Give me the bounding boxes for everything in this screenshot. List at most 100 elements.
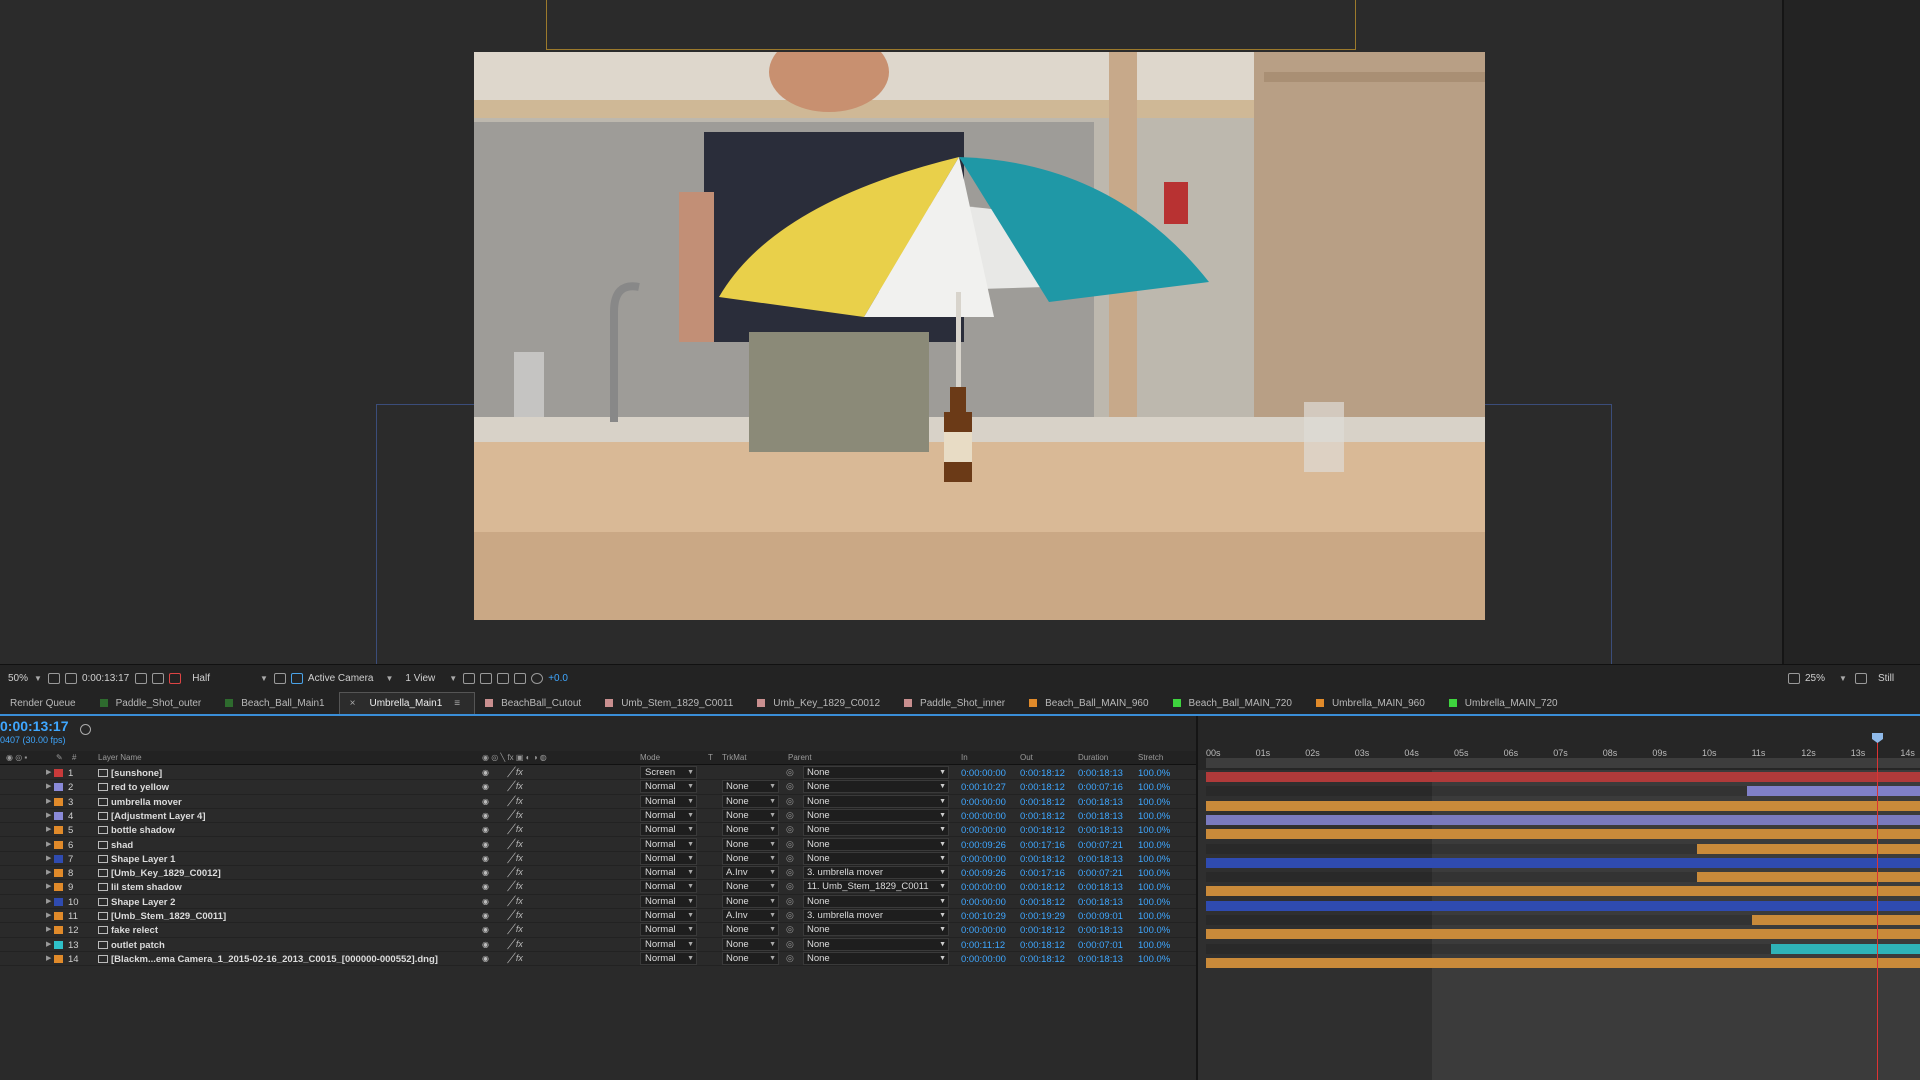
expand-triangle-icon[interactable]: ▶ bbox=[46, 825, 51, 833]
expand-triangle-icon[interactable]: ▶ bbox=[46, 882, 51, 890]
layer-name[interactable]: [Umb_Key_1829_C0012] bbox=[111, 868, 221, 879]
in-point[interactable]: 0:00:09:26 bbox=[961, 840, 1006, 851]
parent-pickwhip-icon[interactable]: ◎ bbox=[786, 939, 794, 950]
fx-switch-icon[interactable]: ╱ fx bbox=[508, 881, 523, 892]
fast-previews-icon[interactable] bbox=[480, 672, 493, 684]
trkmat-dropdown[interactable]: None ▼ bbox=[722, 951, 779, 965]
stretch[interactable]: 100.0% bbox=[1138, 782, 1170, 793]
stretch[interactable]: 100.0% bbox=[1138, 911, 1170, 922]
layer-duration-bar[interactable] bbox=[1206, 900, 1920, 911]
view-layout-dropdown[interactable]: 1 View ▼ bbox=[405, 673, 457, 684]
out-point[interactable]: 0:00:18:12 bbox=[1020, 782, 1065, 793]
flowchart-icon[interactable] bbox=[514, 672, 527, 684]
trkmat-dropdown[interactable]: None ▼ bbox=[722, 851, 779, 865]
tab-5[interactable]: Umb_Stem_1829_C0011 bbox=[595, 692, 747, 714]
tab-8[interactable]: Beach_Ball_MAIN_960 bbox=[1019, 692, 1162, 714]
trkmat-dropdown[interactable]: None ▼ bbox=[722, 923, 779, 937]
layer-name[interactable]: red to yellow bbox=[111, 782, 169, 793]
label-color[interactable] bbox=[54, 854, 63, 863]
out-point[interactable]: 0:00:18:12 bbox=[1020, 825, 1065, 836]
layer-row[interactable]: ▶ 5 bottle shadow ◉ ╱ fx Normal ▼ None ▼ ◎ None ▼ 0:… bbox=[0, 823, 1196, 838]
fx-switch-icon[interactable]: ╱ fx bbox=[508, 953, 523, 964]
layer-row[interactable]: ▶ 14 [Blackm...ema Camera_1_2015-02-16_201… bbox=[0, 951, 1196, 967]
layer-row[interactable]: ▶ 4 [Adjustment Layer 4] ◉ ╱ fx Normal ▼ None ▼ ◎… bbox=[0, 808, 1196, 824]
duration[interactable]: 0:00:07:01 bbox=[1078, 940, 1123, 951]
parent-dropdown[interactable]: None ▼ bbox=[803, 923, 949, 937]
composition-viewer[interactable] bbox=[0, 0, 1782, 666]
shy-icon[interactable]: ◉ bbox=[482, 868, 489, 877]
parent-pickwhip-icon[interactable]: ◎ bbox=[786, 953, 794, 964]
timeline-current-time[interactable]: 0:00:13:17 bbox=[0, 718, 69, 734]
layer-row[interactable]: ▶ 13 outlet patch ◉ ╱ fx Normal ▼ None ▼ ◎ None ▼ 0:… bbox=[0, 937, 1196, 952]
trkmat-dropdown[interactable]: None ▼ bbox=[722, 808, 779, 822]
layer-name[interactable]: shad bbox=[111, 840, 133, 851]
layer-duration-bar[interactable] bbox=[1206, 829, 1920, 840]
layer-duration-bar[interactable] bbox=[1206, 957, 1920, 968]
shy-icon[interactable]: ◉ bbox=[482, 925, 489, 934]
layer-name[interactable]: [sunshone] bbox=[111, 768, 162, 779]
expand-triangle-icon[interactable]: ▶ bbox=[46, 911, 51, 919]
layer-name[interactable]: umbrella mover bbox=[111, 797, 182, 808]
in-point[interactable]: 0:00:00:00 bbox=[961, 797, 1006, 808]
tab-0[interactable]: Render Queue bbox=[0, 692, 90, 714]
tab-3[interactable]: × Umbrella_Main1 ≡ bbox=[338, 692, 476, 714]
work-area-bar[interactable] bbox=[1206, 758, 1920, 768]
shy-icon[interactable]: ◉ bbox=[482, 940, 489, 949]
layer-row[interactable]: ▶ 8 [Umb_Key_1829_C0012] ◉ ╱ fx Normal ▼ A.Inv ▼… bbox=[0, 866, 1196, 881]
shy-icon[interactable]: ◉ bbox=[482, 854, 489, 863]
tab-11[interactable]: Umbrella_MAIN_720 bbox=[1439, 692, 1572, 714]
label-color[interactable] bbox=[54, 840, 63, 849]
fx-switch-icon[interactable]: ╱ fx bbox=[508, 896, 523, 907]
layer-row[interactable]: ▶ 9 lil stem shadow ◉ ╱ fx Normal ▼ None ▼ ◎ 11. U… bbox=[0, 880, 1196, 895]
layer-row[interactable]: ▶ 6 shad ◉ ╱ fx Normal ▼ None ▼ ◎ None ▼ 0:00:09:26 0… bbox=[0, 837, 1196, 852]
region-of-interest-icon[interactable] bbox=[273, 672, 286, 684]
label-color[interactable] bbox=[54, 897, 63, 906]
shy-icon[interactable]: ◉ bbox=[482, 954, 489, 963]
layer-name[interactable]: [Adjustment Layer 4] bbox=[111, 811, 206, 822]
trkmat-dropdown[interactable]: None ▼ bbox=[722, 780, 779, 794]
layer-name[interactable]: Shape Layer 1 bbox=[111, 854, 175, 865]
layer-duration-bar[interactable] bbox=[1206, 814, 1920, 825]
secondary-zoom-dropdown[interactable]: 25% ▼ Still bbox=[1788, 672, 1894, 684]
layer-row[interactable]: ▶ 10 Shape Layer 2 ◉ ╱ fx Normal ▼ None ▼ ◎ None ▼ 0… bbox=[0, 894, 1196, 909]
parent-pickwhip-icon[interactable]: ◎ bbox=[786, 867, 794, 878]
stretch[interactable]: 100.0% bbox=[1138, 825, 1170, 836]
expand-triangle-icon[interactable]: ▶ bbox=[46, 768, 51, 776]
fx-switch-icon[interactable]: ╱ fx bbox=[508, 796, 523, 807]
layer-name[interactable]: outlet patch bbox=[111, 940, 165, 951]
layer-row[interactable]: ▶ 1 [sunshone] ◉ ╱ fx Screen ▼ ◎ None ▼ 0:00:00:00… bbox=[0, 766, 1196, 781]
parent-dropdown[interactable]: None ▼ bbox=[803, 794, 949, 808]
trkmat-dropdown[interactable]: None ▼ bbox=[722, 894, 779, 908]
expand-triangle-icon[interactable]: ▶ bbox=[46, 840, 51, 848]
camera-dropdown[interactable]: Active Camera ▼ bbox=[308, 673, 394, 684]
close-icon[interactable]: × bbox=[350, 698, 356, 709]
stretch[interactable]: 100.0% bbox=[1138, 868, 1170, 879]
trkmat-dropdown[interactable]: None ▼ bbox=[722, 823, 779, 837]
transparency-grid-icon[interactable] bbox=[290, 672, 303, 684]
layer-name[interactable]: fake relect bbox=[111, 925, 158, 936]
in-point[interactable]: 0:00:00:00 bbox=[961, 825, 1006, 836]
grid-icon[interactable] bbox=[64, 672, 77, 684]
out-point[interactable]: 0:00:18:12 bbox=[1020, 897, 1065, 908]
parent-pickwhip-icon[interactable]: ◎ bbox=[786, 810, 794, 821]
reset-exposure-icon[interactable] bbox=[531, 672, 544, 684]
parent-dropdown[interactable]: None ▼ bbox=[803, 808, 949, 822]
zoom-dropdown[interactable]: 50% ▼ bbox=[8, 673, 42, 684]
in-point[interactable]: 0:00:00:00 bbox=[961, 854, 1006, 865]
out-point[interactable]: 0:00:17:16 bbox=[1020, 868, 1065, 879]
blend-mode-dropdown[interactable]: Normal ▼ bbox=[640, 909, 697, 922]
parent-dropdown[interactable]: 3. umbrella mover ▼ bbox=[803, 909, 949, 922]
layer-row[interactable]: ▶ 7 Shape Layer 1 ◉ ╱ fx Normal ▼ None ▼ ◎ None ▼ 0:… bbox=[0, 851, 1196, 867]
trkmat-dropdown[interactable]: None ▼ bbox=[722, 794, 779, 808]
blend-mode-dropdown[interactable]: Normal ▼ bbox=[640, 837, 697, 851]
parent-pickwhip-icon[interactable]: ◎ bbox=[786, 924, 794, 935]
duration[interactable]: 0:00:18:13 bbox=[1078, 882, 1123, 893]
fx-switch-icon[interactable]: ╱ fx bbox=[508, 824, 523, 835]
toggle-pixel-aspect-icon[interactable] bbox=[463, 672, 476, 684]
label-color[interactable] bbox=[54, 769, 63, 777]
tab-1[interactable]: Paddle_Shot_outer bbox=[90, 692, 216, 714]
tab-9[interactable]: Beach_Ball_MAIN_720 bbox=[1163, 692, 1306, 714]
blend-mode-dropdown[interactable]: Normal ▼ bbox=[640, 923, 697, 937]
label-color[interactable] bbox=[54, 912, 63, 920]
parent-pickwhip-icon[interactable]: ◎ bbox=[786, 853, 794, 864]
